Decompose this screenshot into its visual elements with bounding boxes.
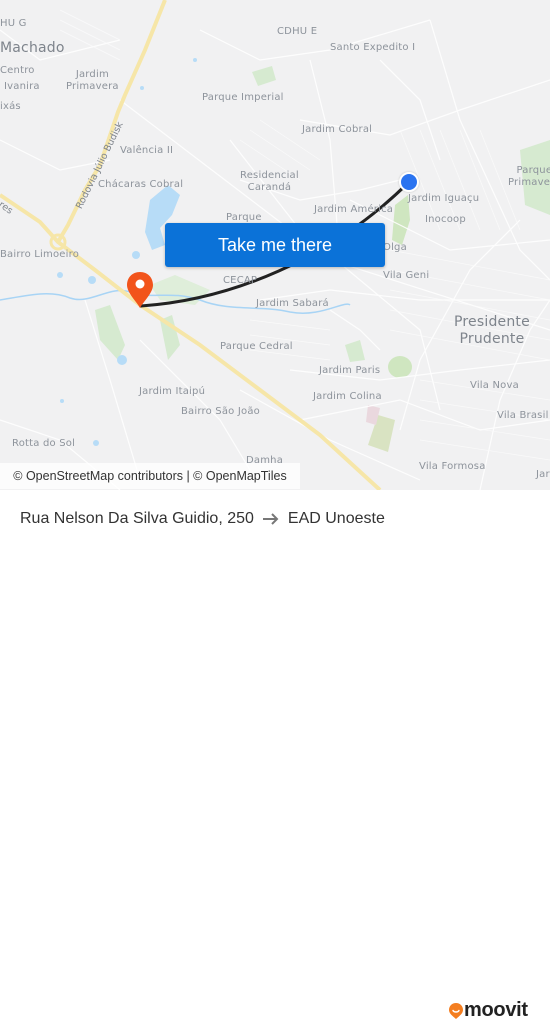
map-label: Vila Geni bbox=[383, 270, 430, 281]
map-label: Parque Primavera bbox=[508, 165, 550, 188]
map-label: Vila Nova bbox=[470, 380, 519, 391]
destination-pin-icon[interactable] bbox=[125, 271, 155, 309]
map-label: Olga bbox=[383, 242, 407, 253]
map-label: Vila Brasil bbox=[497, 410, 549, 421]
map-label: Parque Imperial bbox=[202, 92, 284, 103]
moovit-logo-text: moovit bbox=[464, 999, 528, 1021]
park-area bbox=[95, 305, 125, 360]
map-label: Rotta do Sol bbox=[12, 438, 76, 449]
map-label: Jardim Cobral bbox=[302, 124, 373, 135]
map-label: Machado bbox=[0, 40, 65, 56]
map-label: Valência II bbox=[120, 145, 174, 156]
map-label: Jardim Colina bbox=[313, 391, 382, 402]
route-summary: Rua Nelson Da Silva Guidio, 250 EAD Unoe… bbox=[20, 510, 385, 528]
map-label: Centro bbox=[0, 65, 35, 76]
origin-address: Rua Nelson Da Silva Guidio, 250 bbox=[20, 510, 254, 527]
map-label: Bairro Limoeiro bbox=[0, 249, 80, 260]
destination-name: EAD Unoeste bbox=[287, 510, 385, 527]
map-label: CECAP bbox=[223, 275, 258, 286]
map-label: Parque Cedral bbox=[220, 341, 293, 352]
moovit-pin-icon bbox=[449, 1002, 463, 1019]
park-area bbox=[252, 66, 276, 86]
map-label: HU G bbox=[0, 18, 27, 29]
map-attribution[interactable]: © OpenStreetMap contributors | © OpenMap… bbox=[0, 463, 300, 489]
map-label: Residencial Carandá bbox=[240, 170, 299, 193]
map-label: Inocoop bbox=[425, 214, 466, 225]
map-label: Chácaras Cobral bbox=[98, 179, 184, 190]
park-area bbox=[388, 356, 412, 378]
map-label: Jardim América bbox=[314, 204, 394, 215]
map-label: Jardim Itaipú bbox=[139, 386, 206, 397]
map-label: Vila Formosa bbox=[419, 461, 486, 472]
origin-location-dot[interactable] bbox=[399, 172, 419, 192]
map-label: Bairro São João bbox=[181, 406, 260, 417]
map-label: Jar bbox=[536, 469, 550, 480]
map-view[interactable]: HU G Machado Centro Ivanira ixás Jardim … bbox=[0, 0, 550, 490]
route-footer: Rua Nelson Da Silva Guidio, 250 EAD Unoe… bbox=[0, 490, 550, 1021]
map-label: Jardim Iguaçu bbox=[408, 193, 480, 204]
map-label: CDHU E bbox=[277, 26, 318, 37]
map-label: Jardim Sabará bbox=[256, 298, 329, 309]
map-label: Ivanira bbox=[4, 81, 40, 92]
map-label-city: Presidente Prudente bbox=[454, 314, 530, 347]
map-label: Jardim Primavera bbox=[66, 69, 119, 92]
map-label: Santo Expedito I bbox=[330, 42, 416, 53]
moovit-logo[interactable]: moovit bbox=[448, 999, 528, 1022]
map-label: ixás bbox=[0, 101, 21, 112]
take-me-there-button[interactable]: Take me there bbox=[165, 223, 385, 267]
map-label: Jardim Paris bbox=[319, 365, 381, 376]
park-area bbox=[345, 340, 365, 362]
arrow-right-icon bbox=[262, 513, 280, 525]
